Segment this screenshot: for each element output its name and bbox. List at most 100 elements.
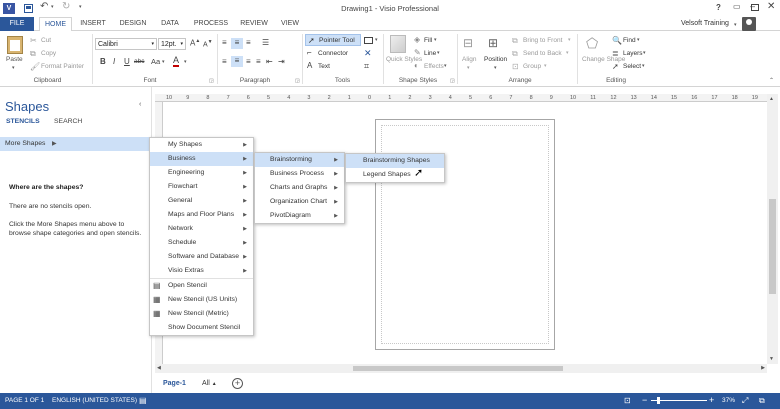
shrink-font-icon[interactable]: A▼: [203, 39, 213, 48]
menu-action-item[interactable]: Show Document Stencil: [150, 321, 253, 335]
text-tool-button[interactable]: Text: [318, 63, 330, 70]
select-button[interactable]: Select: [623, 63, 641, 70]
font-dialog-launcher-icon[interactable]: ◲: [209, 78, 214, 84]
restore-icon[interactable]: [751, 4, 759, 11]
text-tool-icon[interactable]: A: [307, 61, 312, 70]
tab-view[interactable]: VIEW: [276, 17, 304, 31]
all-pages-button[interactable]: All ▲: [202, 380, 217, 387]
tab-home[interactable]: HOME: [39, 17, 72, 32]
horizontal-scroll-thumb[interactable]: [353, 366, 563, 371]
position-icon[interactable]: ⊞: [488, 36, 498, 50]
menu-action-item[interactable]: ▤ Open Stencil: [150, 279, 253, 293]
rectangle-tool-icon[interactable]: [364, 37, 373, 44]
send-to-back-icon[interactable]: ⧉: [512, 49, 518, 59]
tab-insert[interactable]: INSERT: [76, 17, 110, 31]
justify-icon[interactable]: ≡: [256, 57, 261, 66]
layers-dropdown-icon[interactable]: ▾: [643, 50, 646, 56]
find-icon[interactable]: 🔍: [612, 36, 622, 45]
change-shape-icon[interactable]: ⬠: [586, 35, 598, 52]
fit-window-icon[interactable]: ⤢: [742, 396, 748, 406]
fill-icon[interactable]: ◈: [414, 35, 420, 44]
menu-item[interactable]: Business ▶: [150, 152, 253, 166]
stencil-item[interactable]: Brainstorming Shapes: [346, 154, 444, 168]
effects-dropdown-icon[interactable]: ▾: [444, 63, 447, 69]
undo-icon[interactable]: ↶: [40, 1, 48, 12]
menu-item[interactable]: Visio Extras ▶: [150, 264, 253, 278]
redo-icon[interactable]: ↻: [62, 1, 70, 12]
layers-icon[interactable]: ≣: [612, 49, 619, 58]
font-name-input[interactable]: Calibri ▾: [95, 38, 157, 50]
paragraph-dialog-launcher-icon[interactable]: ◲: [295, 78, 300, 84]
zoom-in-icon[interactable]: +: [709, 395, 714, 405]
effects-icon[interactable]: ◐: [414, 61, 419, 70]
undo-dropdown-icon[interactable]: ▾: [51, 4, 54, 10]
pointer-tool-button[interactable]: ➚ Pointer Tool: [305, 34, 361, 46]
cut-icon[interactable]: ✂: [30, 36, 37, 45]
italic-button[interactable]: I: [113, 57, 115, 66]
decrease-indent-icon[interactable]: ⇤: [266, 57, 273, 66]
help-icon[interactable]: ?: [716, 3, 721, 12]
visio-icon[interactable]: V: [3, 3, 15, 14]
menu-item[interactable]: Flowchart ▶: [150, 180, 253, 194]
submenu-item[interactable]: PivotDiagram ▶: [255, 209, 344, 223]
collapse-ribbon-icon[interactable]: ⌃: [769, 77, 774, 84]
connection-point-icon[interactable]: ✕: [364, 48, 372, 59]
copy-icon[interactable]: ⧉: [30, 49, 36, 59]
menu-item[interactable]: Maps and Floor Plans ▶: [150, 208, 253, 222]
find-button[interactable]: Find: [623, 37, 636, 44]
align-icon[interactable]: ⊟: [463, 36, 473, 50]
format-painter-icon[interactable]: 🖌: [30, 62, 40, 71]
horizontal-scrollbar[interactable]: ◀ ▶: [155, 364, 767, 373]
menu-action-item[interactable]: ▦ New Stencil (US Units): [150, 293, 253, 307]
customize-qat-icon[interactable]: ▾: [79, 4, 82, 10]
scroll-right-icon[interactable]: ▶: [761, 365, 765, 371]
close-icon[interactable]: ✕: [767, 1, 775, 12]
scroll-down-icon[interactable]: ▼: [769, 356, 774, 362]
stencil-item[interactable]: Legend Shapes: [346, 168, 444, 182]
line-icon[interactable]: ✎: [414, 48, 421, 57]
layers-button[interactable]: Layers: [623, 50, 643, 57]
tab-file[interactable]: FILE: [0, 17, 34, 31]
connector-icon[interactable]: ⌐: [307, 48, 312, 57]
zoom-out-icon[interactable]: −: [642, 395, 647, 405]
menu-item[interactable]: Software and Database ▶: [150, 250, 253, 264]
case-dropdown-icon[interactable]: ▾: [162, 59, 165, 65]
page-tab-current[interactable]: Page-1: [163, 380, 186, 387]
paste-button[interactable]: Paste: [6, 56, 23, 63]
effects-button[interactable]: Effects: [424, 63, 444, 70]
zoom-slider-thumb[interactable]: [657, 397, 660, 404]
quick-styles-button[interactable]: Quick Styles: [386, 55, 422, 64]
align-right-icon[interactable]: ≡: [246, 57, 251, 66]
tab-search[interactable]: SEARCH: [54, 118, 82, 125]
bring-to-front-icon[interactable]: ⧉: [512, 36, 518, 46]
change-case-button[interactable]: Aa: [151, 57, 160, 66]
connector-button[interactable]: Connector: [318, 50, 348, 57]
fit-page-icon[interactable]: ⊡: [624, 396, 631, 405]
language-indicator[interactable]: ENGLISH (UNITED STATES): [52, 397, 137, 404]
align-left-icon[interactable]: ≡: [222, 57, 227, 66]
line-button[interactable]: Line: [424, 50, 436, 57]
add-page-icon[interactable]: +: [232, 378, 243, 389]
tab-design[interactable]: DESIGN: [114, 17, 152, 31]
underline-button[interactable]: U: [124, 57, 130, 66]
change-shape-button[interactable]: Change Shape: [582, 55, 625, 64]
font-color-dropdown-icon[interactable]: ▾: [184, 59, 187, 65]
rectangle-dropdown-icon[interactable]: ▾: [375, 37, 378, 43]
more-shapes-button[interactable]: More Shapes ▶: [0, 137, 152, 151]
font-color-icon[interactable]: A: [173, 56, 180, 67]
group-icon[interactable]: ⊡: [512, 62, 519, 71]
select-icon[interactable]: ➚: [612, 62, 619, 71]
zoom-slider[interactable]: [651, 397, 707, 404]
quick-styles-icon[interactable]: [390, 35, 406, 53]
tab-data[interactable]: DATA: [154, 17, 186, 31]
chevron-down-icon[interactable]: ▾: [180, 39, 183, 50]
vertical-scroll-thumb[interactable]: [769, 199, 776, 294]
grow-font-icon[interactable]: A▲: [190, 38, 200, 48]
align-center-icon[interactable]: ≡: [231, 56, 243, 67]
paste-dropdown-icon[interactable]: ▾: [12, 65, 15, 71]
position-button[interactable]: Position: [484, 56, 507, 63]
align-bottom-icon[interactable]: ≡: [246, 38, 251, 47]
page-indicator[interactable]: PAGE 1 OF 1: [5, 397, 44, 404]
submenu-item[interactable]: Charts and Graphs ▶: [255, 181, 344, 195]
shape-styles-dialog-launcher-icon[interactable]: ◲: [450, 78, 455, 84]
